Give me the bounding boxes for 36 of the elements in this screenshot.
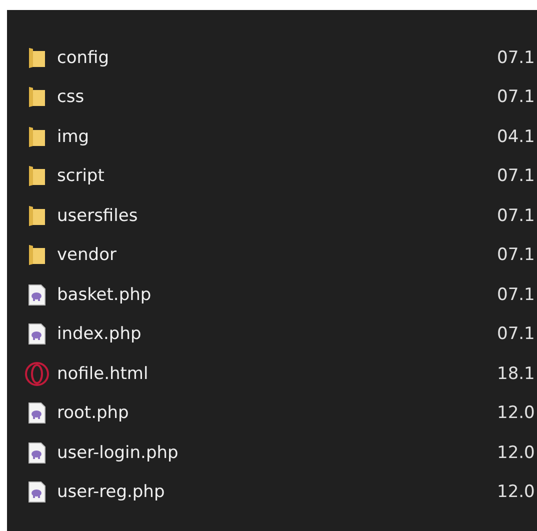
file-name: script: [57, 166, 106, 186]
modified-date: 12.0: [497, 482, 536, 502]
folder-icon: [28, 244, 46, 266]
php-file-icon: [28, 323, 46, 346]
file-name: user-login.php: [57, 442, 180, 463]
file-name: root.php: [57, 403, 130, 424]
folder-icon: [28, 126, 46, 148]
modified-date: 04.1: [497, 126, 536, 147]
file-name: css: [57, 87, 86, 108]
php-file-icon: [28, 481, 46, 504]
browser-icon: [25, 362, 49, 386]
modified-date: 07.1: [497, 206, 536, 226]
file-name: vendor: [57, 245, 118, 266]
file-name: nofile.html: [57, 364, 150, 384]
modified-date: 07.1: [497, 245, 536, 266]
php-file-icon: [28, 284, 46, 306]
modified-date: 12.0: [497, 403, 536, 424]
modified-date: 07.1: [497, 48, 536, 68]
file-name: user-reg.php: [57, 482, 166, 502]
file-name: usersfiles: [57, 206, 139, 226]
php-file-icon: [28, 442, 46, 464]
modified-date: 07.1: [497, 324, 536, 344]
modified-date: 07.1: [497, 87, 536, 108]
folder-icon: [28, 165, 46, 188]
modified-date: 12.0: [497, 442, 536, 463]
modified-date: 07.1: [497, 284, 536, 305]
file-name: config: [57, 48, 110, 68]
file-name: img: [57, 126, 90, 147]
file-name: index.php: [57, 324, 142, 344]
folder-icon: [28, 86, 46, 108]
modified-date: 18.1: [497, 364, 536, 384]
folder-icon: [28, 204, 46, 227]
folder-icon: [28, 46, 46, 69]
modified-date: 07.1: [497, 166, 536, 186]
file-name: basket.php: [57, 284, 152, 305]
php-file-icon: [28, 402, 46, 424]
